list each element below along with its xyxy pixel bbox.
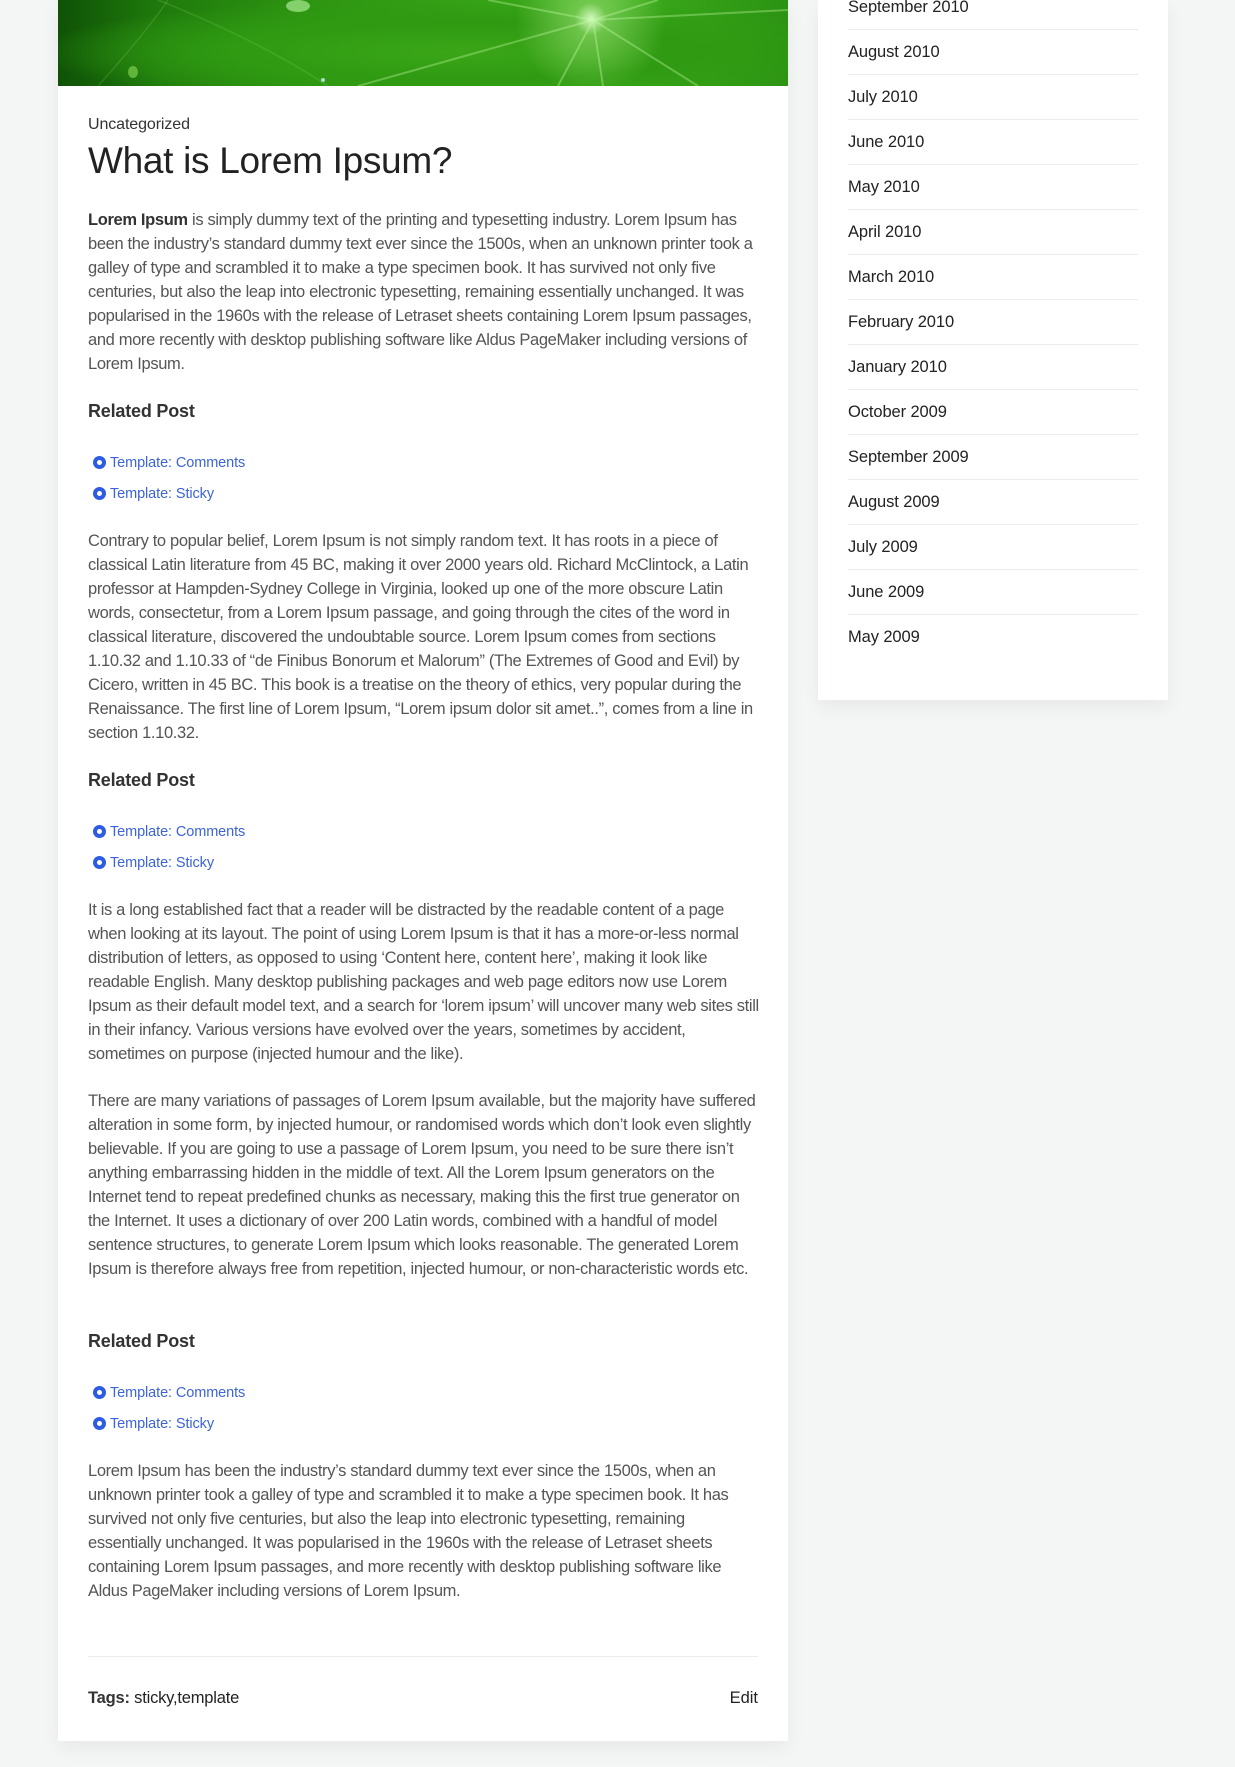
archive-item: August 2009: [848, 480, 1138, 525]
archive-link[interactable]: September 2009: [848, 448, 969, 467]
dot-circle-icon: [93, 1386, 106, 1399]
tags-links[interactable]: sticky,template: [130, 1689, 239, 1707]
related-post-link-comments[interactable]: Template: Comments: [110, 824, 245, 840]
post-paragraph: Contrary to popular belief, Lorem Ipsum …: [88, 532, 753, 742]
archive-link[interactable]: June 2009: [848, 583, 924, 602]
archive-item: June 2009: [848, 570, 1138, 615]
post-featured-image: [58, 0, 788, 86]
archive-item: March 2010: [848, 255, 1138, 300]
dot-circle-icon: [93, 856, 106, 869]
archive-item: May 2010: [848, 165, 1138, 210]
related-post-link-sticky[interactable]: Template: Sticky: [110, 486, 214, 502]
archive-link[interactable]: July 2010: [848, 88, 918, 107]
archive-item: February 2010: [848, 300, 1138, 345]
archive-link[interactable]: January 2010: [848, 358, 947, 377]
tags-label: Tags:: [88, 1689, 130, 1707]
archive-link[interactable]: August 2010: [848, 43, 940, 62]
leaf-veins-decoration: [97, 0, 788, 86]
related-post-item: Template: Comments: [93, 1377, 245, 1408]
archive-link[interactable]: May 2010: [848, 178, 920, 197]
post-paragraph: It is a long established fact that a rea…: [88, 901, 759, 1063]
sidebar-archives-widget: September 2010 August 2010 July 2010 Jun…: [818, 0, 1168, 700]
post-card: Uncategorized What is Lorem Ipsum? Lorem…: [58, 0, 788, 1741]
archive-link[interactable]: October 2009: [848, 403, 947, 422]
related-post-heading: Related Post: [88, 401, 195, 421]
post-paragraph: Lorem Ipsum is simply dummy text of the …: [88, 211, 753, 373]
dot-circle-icon: [93, 487, 106, 500]
related-post-list: Template: Comments Template: Sticky: [93, 447, 245, 509]
archive-item: May 2009: [848, 615, 1138, 659]
post-paragraph: Lorem Ipsum has been the industry’s stan…: [88, 1462, 729, 1600]
related-post-item: Template: Sticky: [93, 1408, 245, 1439]
related-post-link-sticky[interactable]: Template: Sticky: [110, 1416, 214, 1432]
archive-link[interactable]: September 2010: [848, 0, 969, 17]
archive-link[interactable]: July 2009: [848, 538, 918, 557]
archive-item: July 2010: [848, 75, 1138, 120]
archive-link[interactable]: August 2009: [848, 493, 940, 512]
archive-link[interactable]: June 2010: [848, 133, 924, 152]
related-post-heading: Related Post: [88, 1331, 195, 1351]
related-post-list: Template: Comments Template: Sticky: [93, 1377, 245, 1439]
archive-item: September 2009: [848, 435, 1138, 480]
related-post-link-sticky[interactable]: Template: Sticky: [110, 855, 214, 871]
related-post-link-comments[interactable]: Template: Comments: [110, 1385, 245, 1401]
related-post-item: Template: Comments: [93, 447, 245, 478]
archive-link[interactable]: April 2010: [848, 223, 921, 242]
post-category-link[interactable]: Uncategorized: [88, 116, 190, 134]
related-post-heading: Related Post: [88, 770, 195, 790]
post-paragraph: There are many variations of passages of…: [88, 1092, 756, 1278]
edit-post-link[interactable]: Edit: [730, 1689, 758, 1708]
archive-list: September 2010 August 2010 July 2010 Jun…: [848, 0, 1138, 659]
archive-item: June 2010: [848, 120, 1138, 165]
archive-link[interactable]: May 2009: [848, 628, 920, 647]
dot-circle-icon: [93, 456, 106, 469]
archive-item: April 2010: [848, 210, 1138, 255]
archive-link[interactable]: February 2010: [848, 313, 954, 332]
archive-item: January 2010: [848, 345, 1138, 390]
archive-item: September 2010: [848, 0, 1138, 30]
dot-circle-icon: [93, 825, 106, 838]
post-footer-divider: [88, 1656, 758, 1657]
archive-item: July 2009: [848, 525, 1138, 570]
archive-item: August 2010: [848, 30, 1138, 75]
post-tags: Tags: sticky,template: [88, 1689, 239, 1708]
related-post-list: Template: Comments Template: Sticky: [93, 816, 245, 878]
related-post-link-comments[interactable]: Template: Comments: [110, 455, 245, 471]
post-title: What is Lorem Ipsum?: [88, 140, 453, 181]
related-post-item: Template: Comments: [93, 816, 245, 847]
related-post-item: Template: Sticky: [93, 847, 245, 878]
related-post-item: Template: Sticky: [93, 478, 245, 509]
bold-lead: Lorem Ipsum: [88, 211, 188, 229]
dot-circle-icon: [93, 1417, 106, 1430]
archive-link[interactable]: March 2010: [848, 268, 934, 287]
archive-item: October 2009: [848, 390, 1138, 435]
